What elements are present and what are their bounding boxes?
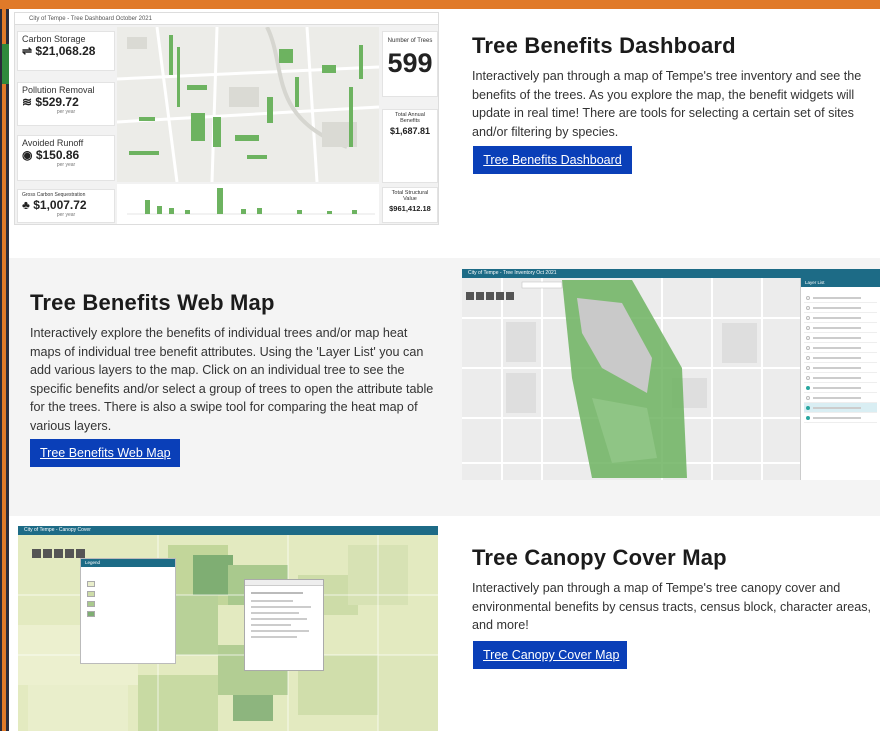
- section-title: Tree Canopy Cover Map: [472, 545, 727, 570]
- wind-icon: ≋: [22, 95, 33, 109]
- stat-value: $150.86: [35, 148, 80, 162]
- dashboard-stats-column: Carbon Storage ⇌ $21,068.28 Pollution Re…: [17, 27, 115, 223]
- layer-row-selected[interactable]: [804, 403, 877, 413]
- section-description: Interactively pan through a map of Tempe…: [472, 581, 871, 632]
- section-description: Interactively pan through a map of Tempe…: [472, 69, 862, 139]
- tree-benefits-web-map-button[interactable]: Tree Benefits Web Map: [30, 439, 180, 467]
- dashboard-thumbnail[interactable]: City of Tempe - Tree Dashboard October 2…: [14, 12, 439, 225]
- canopy-map-thumbnail[interactable]: City of Tempe - Canopy Cover Legend: [18, 526, 438, 731]
- tree-icon: ♣: [22, 198, 30, 212]
- stat-label: Avoided Runoff: [22, 138, 84, 148]
- section-title: Tree Benefits Web Map: [30, 290, 275, 315]
- left-green-mark: [2, 44, 9, 84]
- stat-sub: per year: [56, 212, 76, 218]
- layer-row[interactable]: [804, 343, 877, 353]
- layer-row[interactable]: [804, 353, 877, 363]
- dashboard-totals-column: Number of Trees 599 Total Annual Benefit…: [382, 27, 438, 223]
- trees-label: Number of Trees: [387, 38, 433, 44]
- tree-benefits-dashboard-button[interactable]: Tree Benefits Dashboard: [473, 146, 632, 174]
- layer-row[interactable]: [804, 363, 877, 373]
- canopy-legend-panel[interactable]: Legend: [80, 558, 176, 664]
- web-map-canvas[interactable]: [462, 278, 800, 480]
- stat-pollution-removal: Pollution Removal ≋ $529.72 per year: [17, 82, 115, 126]
- layer-list-title: Layer List: [801, 278, 880, 287]
- layer-row[interactable]: [804, 373, 877, 383]
- annual-value: $1,687.81: [389, 126, 431, 136]
- layer-row[interactable]: [804, 413, 877, 423]
- dashboard-species-bar-chart: [117, 184, 379, 224]
- water-icon: ◉: [22, 148, 33, 162]
- dashboard-card: Tree Benefits Dashboard Interactively pa…: [472, 33, 874, 141]
- canopy-card: Tree Canopy Cover Map Interactively pan …: [472, 545, 877, 635]
- annual-label: Total Annual Benefits: [395, 112, 425, 124]
- stat-gross-carbon: Gross Carbon Sequestration ♣ $1,007.72 p…: [17, 189, 115, 223]
- layer-row[interactable]: [804, 323, 877, 333]
- stat-value: $529.72: [35, 95, 79, 109]
- stat-avoided-runoff: Avoided Runoff ◉ $150.86 per year: [17, 135, 115, 181]
- stat-value: $21,068.28: [35, 44, 96, 58]
- top-accent-bar: [0, 0, 880, 9]
- section-title: Tree Benefits Dashboard: [472, 33, 736, 58]
- structural-value-box: Total Structural Value $961,412.18: [382, 187, 438, 223]
- web-map-card: Tree Benefits Web Map Interactively expl…: [30, 290, 435, 435]
- layer-row[interactable]: [804, 313, 877, 323]
- stat-label: Gross Carbon Sequestration: [22, 192, 86, 198]
- layer-row[interactable]: [804, 333, 877, 343]
- stat-value: $1,007.72: [33, 198, 87, 212]
- stat-label: Carbon Storage: [22, 34, 86, 44]
- stat-carbon-storage: Carbon Storage ⇌ $21,068.28: [17, 31, 115, 71]
- layer-row[interactable]: [804, 303, 877, 313]
- tree-canopy-cover-map-button[interactable]: Tree Canopy Cover Map: [473, 641, 627, 669]
- page-frame: City of Tempe - Tree Dashboard October 2…: [0, 0, 880, 731]
- structural-label: Total Structural Value: [391, 190, 429, 202]
- canopy-thumb-header: City of Tempe - Canopy Cover: [18, 526, 438, 535]
- canopy-popup[interactable]: [244, 579, 324, 671]
- layer-row[interactable]: [804, 293, 877, 303]
- structural-value: $961,412.18: [389, 204, 431, 213]
- stat-sub: per year: [56, 109, 76, 115]
- annual-benefits-box: Total Annual Benefits $1,687.81: [382, 109, 438, 183]
- section-description: Interactively explore the benefits of in…: [30, 326, 434, 433]
- stat-label: Pollution Removal: [22, 85, 95, 95]
- left-accent-bar: [0, 9, 9, 731]
- dashboard-thumb-header: City of Tempe - Tree Dashboard October 2…: [15, 13, 438, 25]
- layer-row[interactable]: [804, 383, 877, 393]
- layer-list-panel[interactable]: Layer List: [800, 278, 880, 480]
- legend-title: Legend: [81, 559, 175, 567]
- layer-row[interactable]: [804, 393, 877, 403]
- web-map-thumbnail[interactable]: City of Tempe - Tree Inventory Oct 2021: [462, 269, 880, 480]
- stat-sub: per year: [56, 162, 76, 168]
- dashboard-tree-map[interactable]: [116, 26, 380, 183]
- trees-count: 599: [387, 48, 433, 78]
- carbon-icon: ⇌: [22, 44, 33, 58]
- number-of-trees-box: Number of Trees 599: [382, 31, 438, 97]
- web-map-thumb-header: City of Tempe - Tree Inventory Oct 2021: [462, 269, 880, 278]
